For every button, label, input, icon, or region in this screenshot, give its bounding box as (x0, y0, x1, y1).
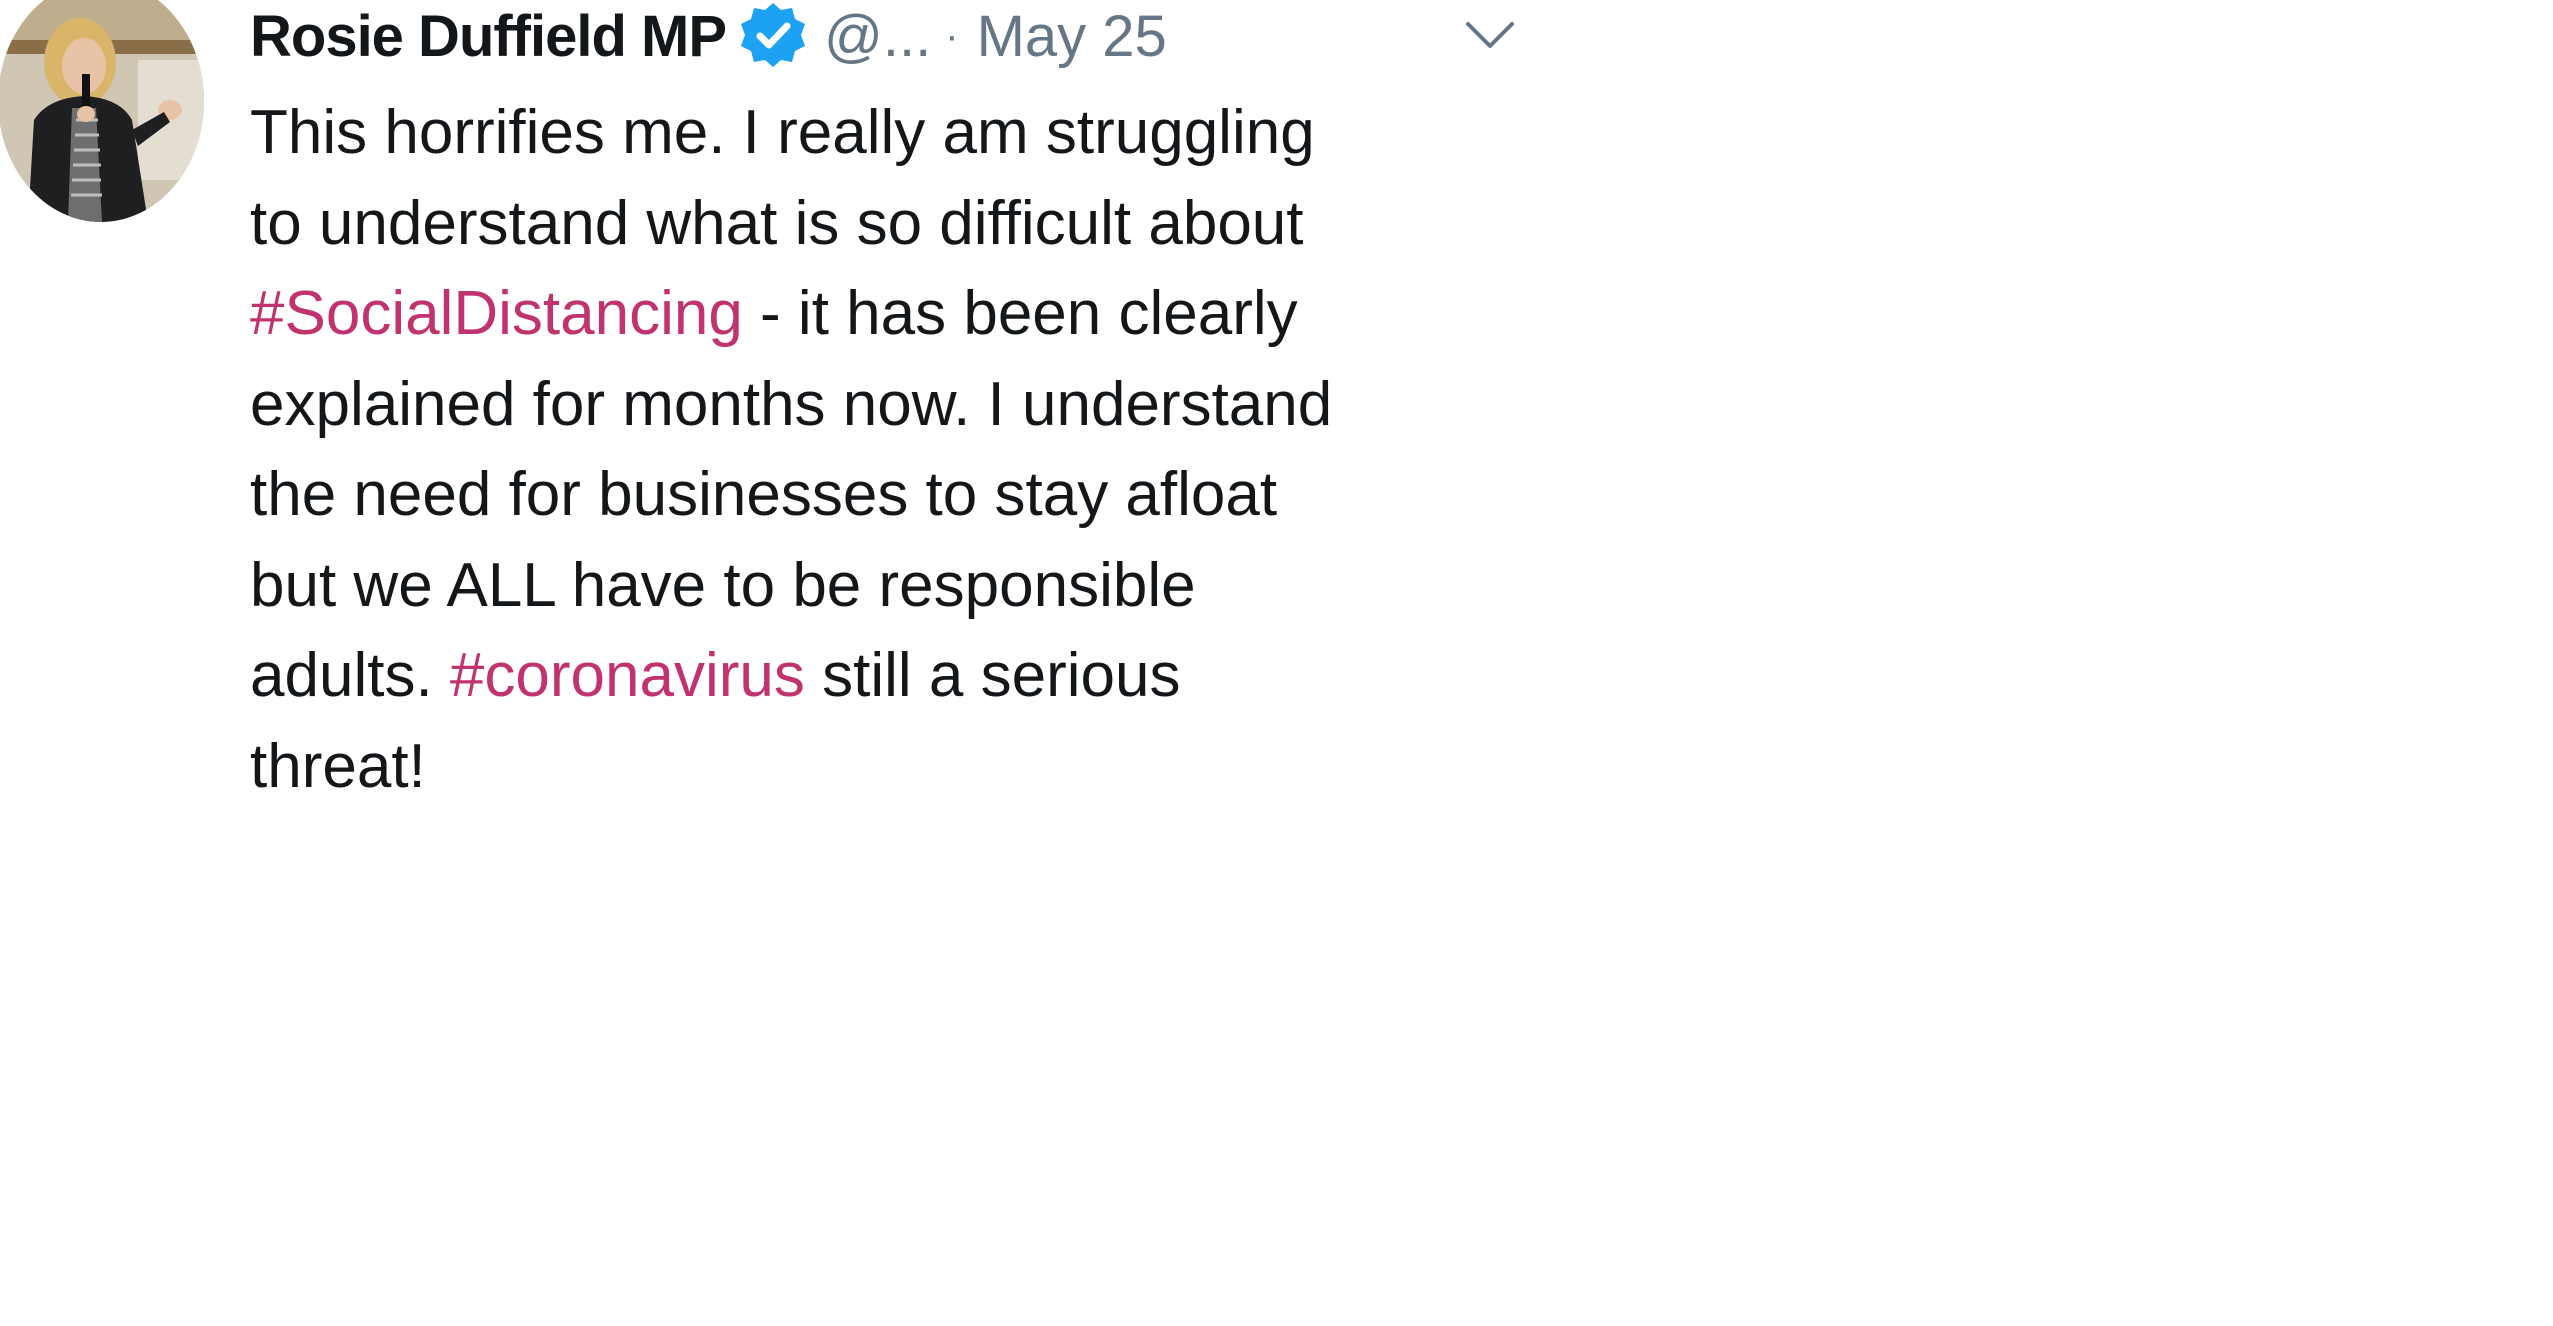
tweet-text-segment: still a serious (804, 641, 1181, 710)
author-handle[interactable]: @... (824, 3, 931, 70)
tweet-text-segment: the need for businesses to stay afloat (250, 460, 1278, 529)
tweet-text-segment: explained for months now. I understand (250, 369, 1333, 439)
tweet-text-segment: to understand what is so difficult about (250, 188, 1304, 258)
hashtag-link[interactable]: #coronavirus (450, 641, 805, 710)
avatar[interactable] (0, 0, 204, 222)
tweet-header: Rosie Duffield MP @... · May 25 (250, 0, 1540, 72)
hashtag-link[interactable]: #SocialDistancing (250, 279, 743, 348)
tweet-text-line: the need for businesses to stay afloat (250, 450, 1540, 541)
tweet-text-segment: but we ALL have to be responsible (250, 550, 1196, 620)
tweet-text-line: explained for months now. I understand (250, 360, 1540, 451)
display-name[interactable]: Rosie Duffield MP (250, 3, 727, 70)
tweet-text-line: This horrifies me. I really am strugglin… (250, 88, 1540, 179)
tweet-text-segment: - it has been clearly (742, 279, 1298, 348)
tweet-text-line: adults. #coronavirus still a serious (250, 631, 1540, 722)
profile-photo (0, 0, 204, 222)
tweet-text-line: threat! (250, 722, 1540, 813)
tweet-text-segment: threat! (250, 731, 426, 801)
header-separator: · (945, 13, 959, 58)
tweet-text-segment: adults. (250, 641, 450, 710)
tweet: Rosie Duffield MP @... · May 25 This hor… (0, 0, 1553, 807)
tweet-text-line: to understand what is so difficult about (250, 179, 1540, 270)
chevron-down-icon[interactable] (1460, 10, 1520, 60)
tweet-text: This horrifies me. I really am strugglin… (250, 88, 1540, 812)
tweet-text-line: but we ALL have to be responsible (250, 541, 1540, 632)
tweet-date[interactable]: May 25 (977, 3, 1167, 70)
tweet-text-segment: This horrifies me. I really am strugglin… (250, 98, 1315, 167)
verified-badge-icon (736, 0, 810, 73)
tweet-text-line: #SocialDistancing - it has been clearly (250, 269, 1540, 360)
